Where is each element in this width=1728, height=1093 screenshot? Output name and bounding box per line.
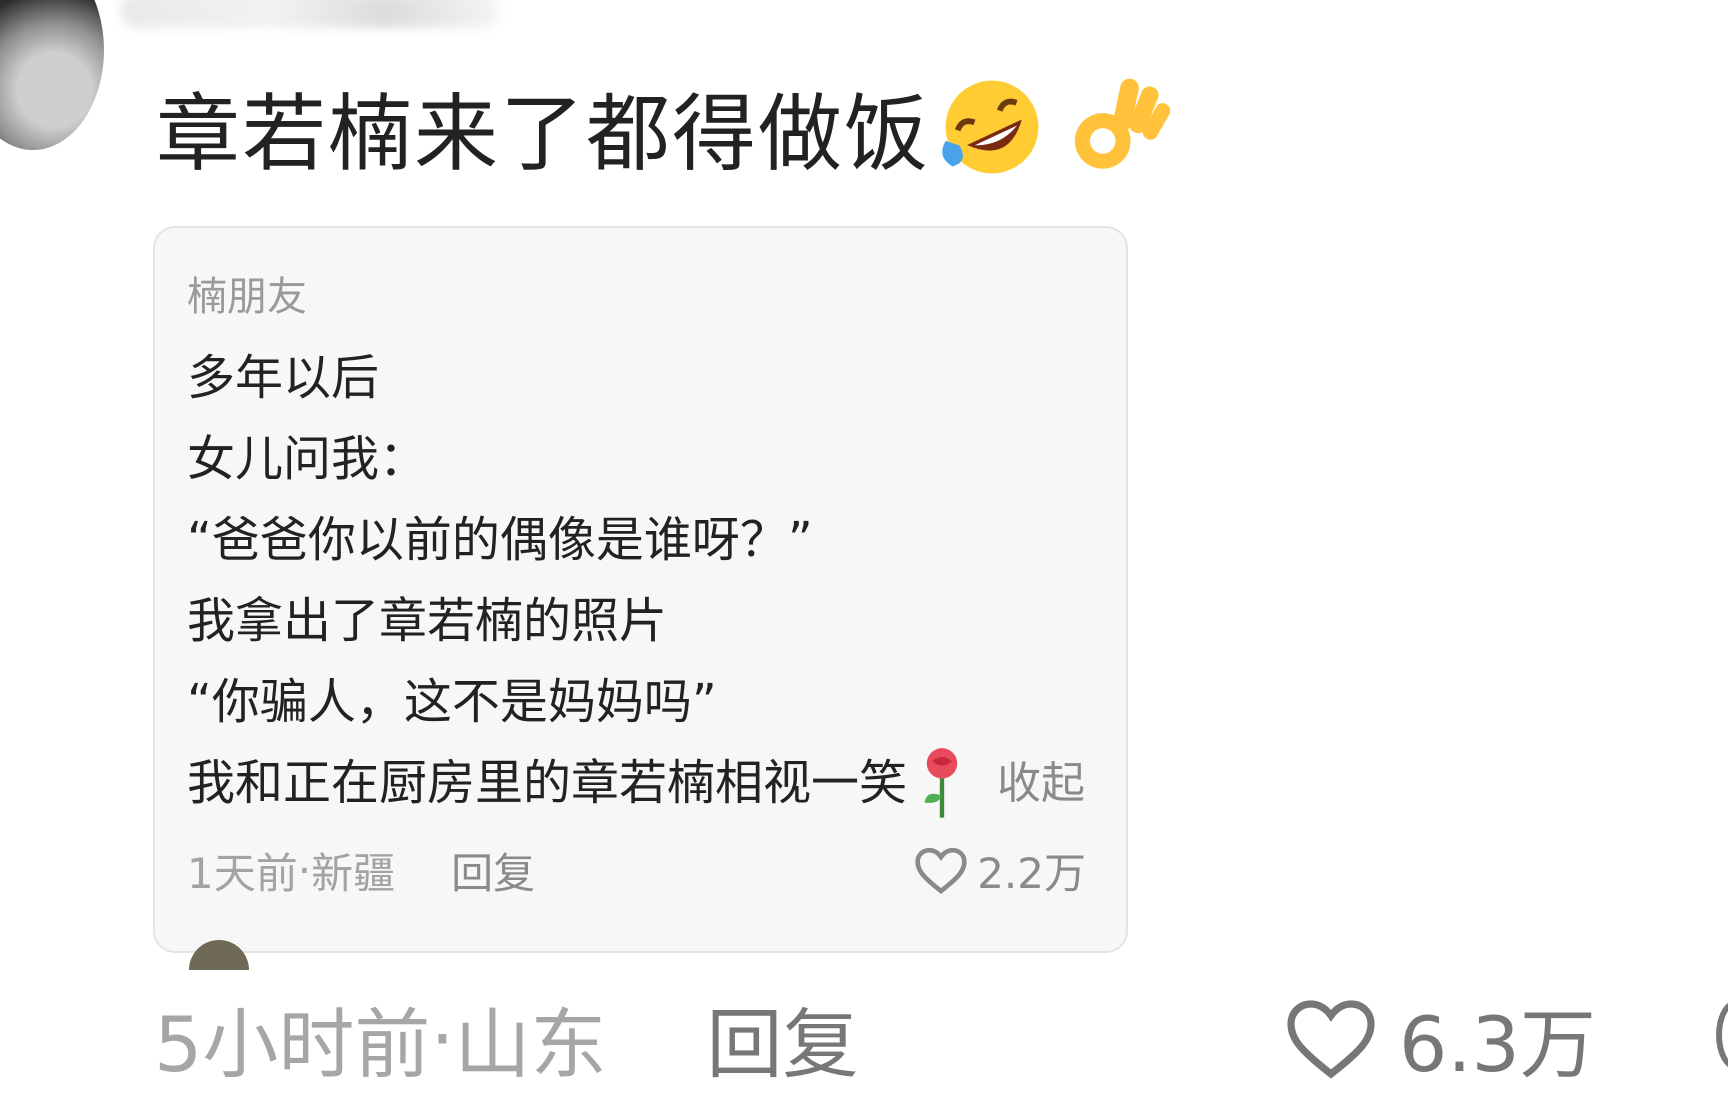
meta-separator: ·	[297, 845, 312, 895]
quote-line: 多年以后	[187, 350, 380, 406]
comment-location: 山东	[454, 1000, 607, 1089]
comment-reply-button[interactable]: 回复	[707, 983, 859, 1093]
comment-time: 5小时前	[154, 1000, 431, 1089]
comment-text: 章若楠来了都得做饭	[156, 84, 931, 183]
quoted-comment-card[interactable]: 楠朋友 多年以后 女儿问我： “爸爸你以前的偶像是谁呀？” 我拿出了章若楠的照片…	[153, 226, 1128, 970]
quote-reply-button[interactable]: 回复	[451, 840, 535, 901]
heart-icon	[915, 847, 967, 894]
quote-time: 1天前	[187, 848, 298, 898]
rolling-on-floor-laughing-emoji	[942, 80, 1039, 174]
quote-like-count: 2.2万	[977, 848, 1086, 898]
collapse-button[interactable]: 收起	[997, 743, 1085, 824]
quote-line: 我拿出了章若楠的照片	[187, 593, 668, 649]
heart-icon	[1287, 1000, 1375, 1079]
reply-avatar[interactable]	[189, 940, 249, 970]
comment-body: 章若楠来了都得做饭	[156, 72, 1171, 183]
quote-line: 女儿问我：	[187, 431, 428, 487]
quote-line: “你骗人，这不是妈妈吗”	[187, 674, 717, 730]
comment-like-button[interactable]: 6.3万	[1283, 990, 1596, 1089]
quoted-comment-text: 多年以后 女儿问我： “爸爸你以前的偶像是谁呀？” 我拿出了章若楠的照片 “你骗…	[187, 338, 1087, 824]
commenter-username-blurred[interactable]	[120, 0, 500, 28]
quoted-author-name[interactable]: 楠朋友	[187, 264, 307, 322]
quote-location: 新疆	[311, 848, 396, 898]
more-options-icon[interactable]	[1716, 1000, 1728, 1070]
quoted-comment-meta: 1天前 · 新疆 回复 2.2万	[187, 840, 1102, 900]
ok-hand-emoji	[1074, 78, 1171, 169]
comment-meta: 5小时前 · 山东 回复	[154, 990, 859, 1090]
commenter-avatar[interactable]	[0, 0, 104, 150]
quote-line-last: 我和正在厨房里的章若楠相视一笑 收起	[187, 743, 1087, 824]
quote-line: “爸爸你以前的偶像是谁呀？”	[187, 512, 813, 568]
quote-like-button[interactable]: 2.2万	[913, 840, 1086, 900]
quote-line: 我和正在厨房里的章若楠相视一笑	[187, 755, 908, 811]
comment-like-count: 6.3万	[1399, 1000, 1596, 1089]
rose-emoji	[924, 747, 958, 818]
meta-separator: ·	[430, 993, 455, 1083]
